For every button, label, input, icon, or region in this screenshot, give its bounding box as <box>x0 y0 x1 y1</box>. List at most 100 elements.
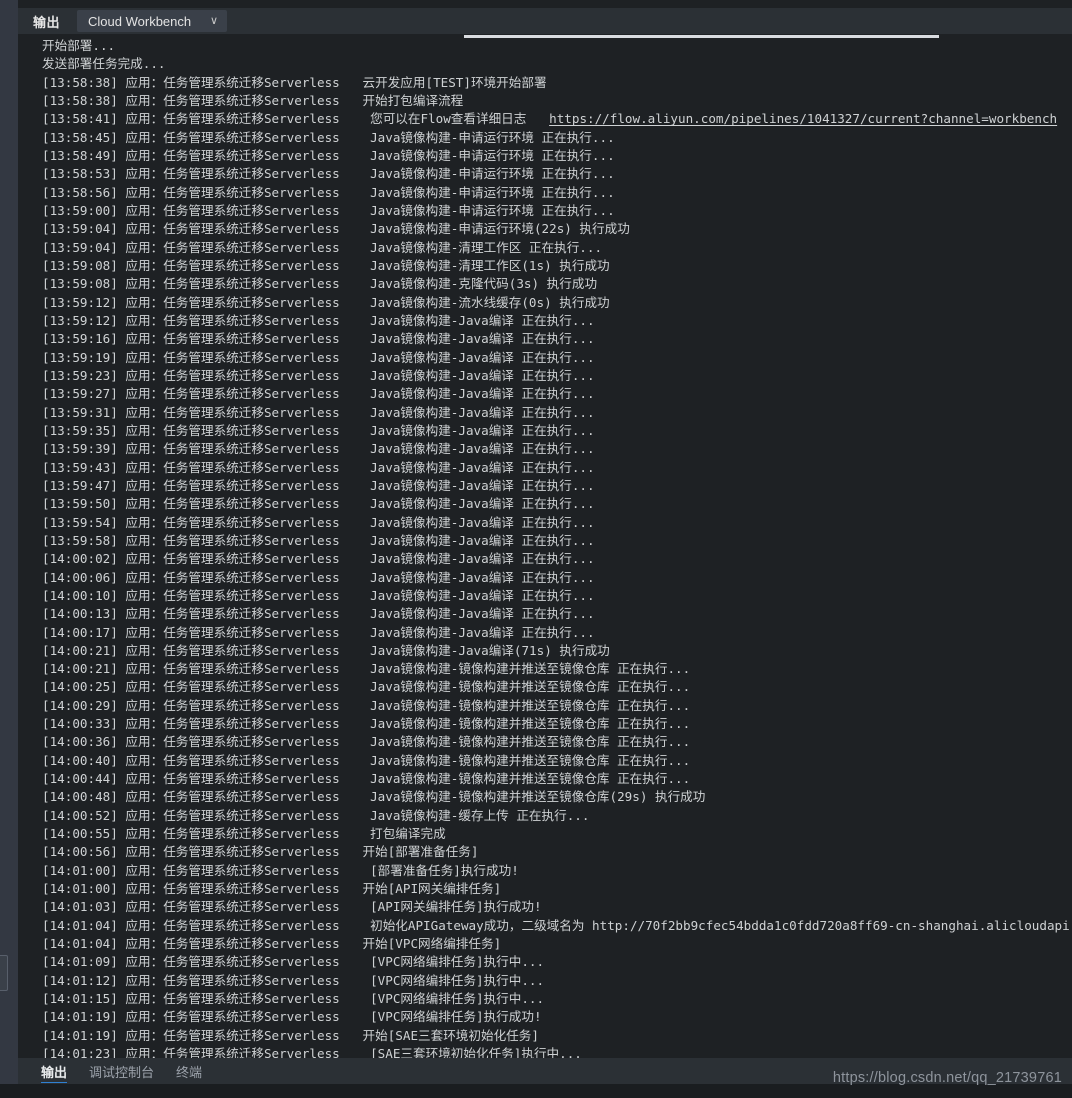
panel-resize-handle[interactable] <box>0 955 8 991</box>
log-line: [14:00:55] 应用：任务管理系统迁移Serverless 打包编译完成 <box>18 825 1072 843</box>
log-source: 应用：任务管理系统迁移Serverless <box>125 569 340 585</box>
panel-tab-label: 输出 <box>41 1064 68 1080</box>
log-line: [14:00:25] 应用：任务管理系统迁移Serverless Java镜像构… <box>18 678 1072 696</box>
log-source: 应用：任务管理系统迁移Serverless <box>125 734 340 750</box>
panel-header: 输出 Cloud Workbench ∨ <box>18 8 1072 34</box>
output-channel-label: Cloud Workbench <box>88 13 192 29</box>
log-source: 应用：任务管理系统迁移Serverless <box>125 899 340 915</box>
window-bottom-strip <box>0 1084 1072 1098</box>
log-message: 开始部署... <box>42 38 116 53</box>
log-message: Java镜像构建-缓存上传 正在执行... <box>339 807 590 823</box>
log-timestamp: [14:00:02] <box>42 551 126 567</box>
log-timestamp: [13:58:41] <box>42 111 126 127</box>
log-source: 应用：任务管理系统迁移Serverless <box>125 147 340 163</box>
log-line: [14:00:33] 应用：任务管理系统迁移Serverless Java镜像构… <box>18 715 1072 733</box>
log-source: 应用：任务管理系统迁移Serverless <box>125 422 340 438</box>
log-source: 应用：任务管理系统迁移Serverless <box>125 202 340 218</box>
log-timestamp: [13:59:04] <box>42 221 126 237</box>
log-line: [14:00:21] 应用：任务管理系统迁移Serverless Java镜像构… <box>18 642 1072 660</box>
log-line: [13:59:04] 应用：任务管理系统迁移Serverless Java镜像构… <box>18 220 1072 238</box>
log-source: 应用：任务管理系统迁移Serverless <box>125 441 340 457</box>
log-message: Java镜像构建-Java编译 正在执行... <box>339 422 595 438</box>
log-line: [13:59:12] 应用：任务管理系统迁移Serverless Java镜像构… <box>18 312 1072 330</box>
log-source: 应用：任务管理系统迁移Serverless <box>125 679 340 695</box>
log-message: Java镜像构建-Java编译 正在执行... <box>339 514 595 530</box>
log-timestamp: [13:59:27] <box>42 386 126 402</box>
log-source: 应用：任务管理系统迁移Serverless <box>125 1027 340 1043</box>
log-timestamp: [14:01:19] <box>42 1009 126 1025</box>
log-line: 发送部署任务完成... <box>18 55 1072 73</box>
log-timestamp: [14:00:10] <box>42 587 126 603</box>
log-message: Java镜像构建-Java编译 正在执行... <box>339 587 595 603</box>
log-message: Java镜像构建-镜像构建并推送至镜像仓库 正在执行... <box>339 716 691 732</box>
log-timestamp: [14:01:19] <box>42 1027 126 1043</box>
log-message: Java镜像构建-Java编译 正在执行... <box>339 496 595 512</box>
log-source: 应用：任务管理系统迁移Serverless <box>125 752 340 768</box>
log-source: 应用：任务管理系统迁移Serverless <box>125 936 340 952</box>
window-top-strip <box>18 0 1072 8</box>
log-source: 应用：任务管理系统迁移Serverless <box>125 129 340 145</box>
log-line: [13:59:39] 应用：任务管理系统迁移Serverless Java镜像构… <box>18 440 1072 458</box>
activity-rail <box>0 0 18 1098</box>
panel-tab-debug-console[interactable]: 调试控制台 <box>89 1058 154 1084</box>
log-timestamp: [13:59:54] <box>42 514 126 530</box>
log-link[interactable]: https://flow.aliyun.com/pipelines/104132… <box>549 111 1057 126</box>
log-source: 应用：任务管理系统迁移Serverless <box>125 404 340 420</box>
log-message: Java镜像构建-流水线缓存(0s) 执行成功 <box>339 294 610 310</box>
log-message: [API网关编排任务]执行成功! <box>339 899 542 915</box>
log-source: 应用：任务管理系统迁移Serverless <box>125 1046 340 1058</box>
log-timestamp: [14:00:56] <box>42 844 126 860</box>
panel-tab-terminal[interactable]: 终端 <box>176 1058 202 1084</box>
log-line: [13:58:56] 应用：任务管理系统迁移Serverless Java镜像构… <box>18 184 1072 202</box>
log-source: 应用：任务管理系统迁移Serverless <box>125 587 340 603</box>
log-message: Java镜像构建-Java编译 正在执行... <box>339 532 595 548</box>
log-timestamp: [13:59:00] <box>42 202 126 218</box>
horizontal-scrollbar[interactable] <box>464 35 939 38</box>
log-source: 应用：任务管理系统迁移Serverless <box>125 294 340 310</box>
log-timestamp: [14:01:12] <box>42 972 126 988</box>
log-timestamp: [13:58:38] <box>42 74 126 90</box>
log-message: Java镜像构建-Java编译 正在执行... <box>339 551 595 567</box>
log-line: [13:59:58] 应用：任务管理系统迁移Serverless Java镜像构… <box>18 532 1072 550</box>
log-message: Java镜像构建-申请运行环境 正在执行... <box>339 129 615 145</box>
log-line: [14:01:00] 应用：任务管理系统迁移Serverless [部署准备任务… <box>18 862 1072 880</box>
log-timestamp: [13:59:16] <box>42 331 126 347</box>
log-message: Java镜像构建-镜像构建并推送至镜像仓库 正在执行... <box>339 661 691 677</box>
output-channel-select[interactable]: Cloud Workbench ∨ <box>77 10 228 32</box>
log-message: [VPC网络编排任务]执行成功! <box>339 1009 542 1025</box>
log-message: Java镜像构建-Java编译 正在执行... <box>339 459 595 475</box>
log-message: Java镜像构建-申请运行环境 正在执行... <box>339 184 615 200</box>
log-timestamp: [13:59:12] <box>42 312 126 328</box>
log-message: 开始[SAE三套环境初始化任务] <box>339 1027 539 1043</box>
vscode-window: 输出 Cloud Workbench ∨ 开始部署... 发送部署任务完成... [… <box>0 0 1072 1098</box>
log-timestamp: [13:59:43] <box>42 459 126 475</box>
log-message: 开始[API网关编排任务] <box>339 881 502 897</box>
log-timestamp: [13:59:08] <box>42 276 126 292</box>
log-timestamp: [14:01:04] <box>42 917 126 933</box>
log-timestamp: [13:59:47] <box>42 477 126 493</box>
log-message: Java镜像构建-镜像构建并推送至镜像仓库 正在执行... <box>339 679 691 695</box>
log-timestamp: [13:59:19] <box>42 349 126 365</box>
log-line: [13:59:50] 应用：任务管理系统迁移Serverless Java镜像构… <box>18 495 1072 513</box>
log-line: [14:00:06] 应用：任务管理系统迁移Serverless Java镜像构… <box>18 569 1072 587</box>
log-timestamp: [13:59:23] <box>42 367 126 383</box>
panel-tab-label: 调试控制台 <box>89 1064 155 1080</box>
log-message: Java镜像构建-申请运行环境 正在执行... <box>339 147 615 163</box>
log-line: [13:58:41] 应用：任务管理系统迁移Serverless 您可以在Flo… <box>18 110 1072 128</box>
log-source: 应用：任务管理系统迁移Serverless <box>125 312 340 328</box>
log-line: [14:00:44] 应用：任务管理系统迁移Serverless Java镜像构… <box>18 770 1072 788</box>
log-line: [14:01:19] 应用：任务管理系统迁移Serverless [VPC网络编… <box>18 1008 1072 1026</box>
log-timestamp: [14:00:40] <box>42 752 126 768</box>
log-line: [13:59:23] 应用：任务管理系统迁移Serverless Java镜像构… <box>18 367 1072 385</box>
log-timestamp: [14:01:00] <box>42 881 126 897</box>
log-line: [13:59:35] 应用：任务管理系统迁移Serverless Java镜像构… <box>18 422 1072 440</box>
log-message: [VPC网络编排任务]执行中... <box>339 954 545 970</box>
log-source: 应用：任务管理系统迁移Serverless <box>125 386 340 402</box>
log-source: 应用：任务管理系统迁移Serverless <box>125 697 340 713</box>
log-message: Java镜像构建-Java编译 正在执行... <box>339 367 595 383</box>
log-line: [14:01:04] 应用：任务管理系统迁移Serverless 开始[VPC网… <box>18 935 1072 953</box>
log-message: Java镜像构建-镜像构建并推送至镜像仓库 正在执行... <box>339 771 691 787</box>
log-source: 应用：任务管理系统迁移Serverless <box>125 184 340 200</box>
log-line: [14:00:40] 应用：任务管理系统迁移Serverless Java镜像构… <box>18 752 1072 770</box>
panel-tab-output[interactable]: 输出 <box>41 1058 68 1084</box>
